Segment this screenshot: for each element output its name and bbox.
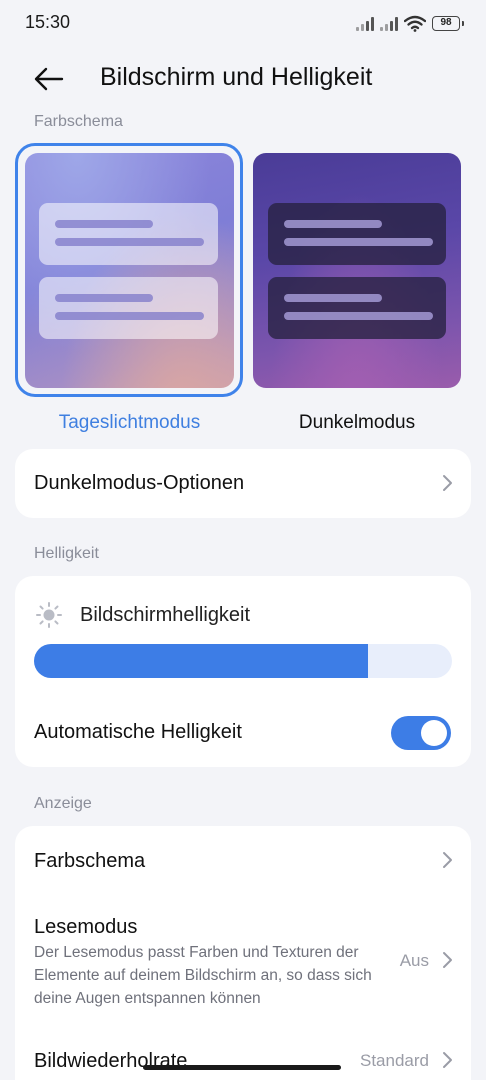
- theme-label-dark[interactable]: Dunkelmodus: [253, 412, 461, 434]
- signal-icon: [356, 15, 374, 31]
- display-card: Farbschema Lesemodus Der Lesemodus passt…: [15, 826, 471, 1080]
- chevron-right-icon: [443, 1052, 452, 1068]
- preview-card: [268, 277, 446, 339]
- auto-brightness-label: Automatische Helligkeit: [34, 721, 242, 743]
- reading-mode-label: Lesemodus: [34, 916, 138, 938]
- reading-mode-row[interactable]: Lesemodus Der Lesemodus passt Farben und…: [15, 901, 471, 1016]
- sun-icon: [36, 602, 62, 628]
- preview-line: [55, 238, 204, 246]
- theme-label-light[interactable]: Tageslichtmodus: [25, 412, 234, 434]
- preview-line: [284, 238, 433, 246]
- status-icons: 98: [356, 14, 464, 32]
- theme-option-light[interactable]: [25, 153, 234, 388]
- battery-icon: 98: [432, 15, 464, 31]
- preview-card: [39, 277, 218, 339]
- preview-line: [284, 312, 433, 320]
- refresh-rate-row[interactable]: Bildwiederholrate Standard: [15, 1021, 471, 1080]
- chevron-right-icon: [443, 475, 452, 491]
- arrow-left-icon: [34, 67, 64, 91]
- theme-option-dark[interactable]: [253, 153, 461, 388]
- toggle-knob: [421, 720, 447, 746]
- section-label-brightness: Helligkeit: [34, 545, 99, 562]
- section-label-display: Anzeige: [34, 795, 92, 812]
- color-scheme-label: Farbschema: [34, 850, 146, 872]
- reading-mode-description: Der Lesemodus passt Farben und Texturen …: [34, 944, 372, 1007]
- page-title: Bildschirm und Helligkeit: [100, 63, 373, 91]
- section-label-color-scheme: Farbschema: [34, 113, 123, 130]
- status-bar: 15:30 98: [0, 0, 486, 46]
- chevron-right-icon: [443, 852, 452, 868]
- chevron-right-icon: [443, 952, 452, 968]
- signal-icon: [380, 15, 398, 31]
- dark-mode-options-label: Dunkelmodus-Optionen: [34, 472, 245, 494]
- preview-line: [55, 312, 204, 320]
- back-button[interactable]: [32, 62, 66, 96]
- reading-mode-value: Aus: [399, 951, 429, 970]
- dark-mode-options-card: Dunkelmodus-Optionen: [15, 449, 471, 518]
- auto-brightness-toggle[interactable]: [391, 716, 451, 750]
- preview-line: [55, 220, 153, 228]
- refresh-rate-value: Standard: [360, 1051, 429, 1070]
- preview-card: [268, 203, 446, 265]
- color-scheme-row[interactable]: Farbschema: [15, 826, 471, 896]
- brightness-slider-fill: [34, 644, 369, 678]
- brightness-slider[interactable]: [34, 644, 452, 678]
- brightness-card: Bildschirmhelligkeit Automatische Hellig…: [15, 576, 471, 767]
- dark-mode-options-row[interactable]: Dunkelmodus-Optionen: [15, 449, 471, 518]
- brightness-label: Bildschirmhelligkeit: [80, 604, 251, 626]
- preview-line: [284, 294, 382, 302]
- status-time: 15:30: [25, 12, 71, 32]
- auto-brightness-row: Automatische Helligkeit: [15, 704, 471, 764]
- preview-line: [284, 220, 382, 228]
- wifi-icon: [404, 15, 426, 32]
- preview-line: [55, 294, 153, 302]
- preview-card: [39, 203, 218, 265]
- home-indicator[interactable]: [143, 1065, 341, 1070]
